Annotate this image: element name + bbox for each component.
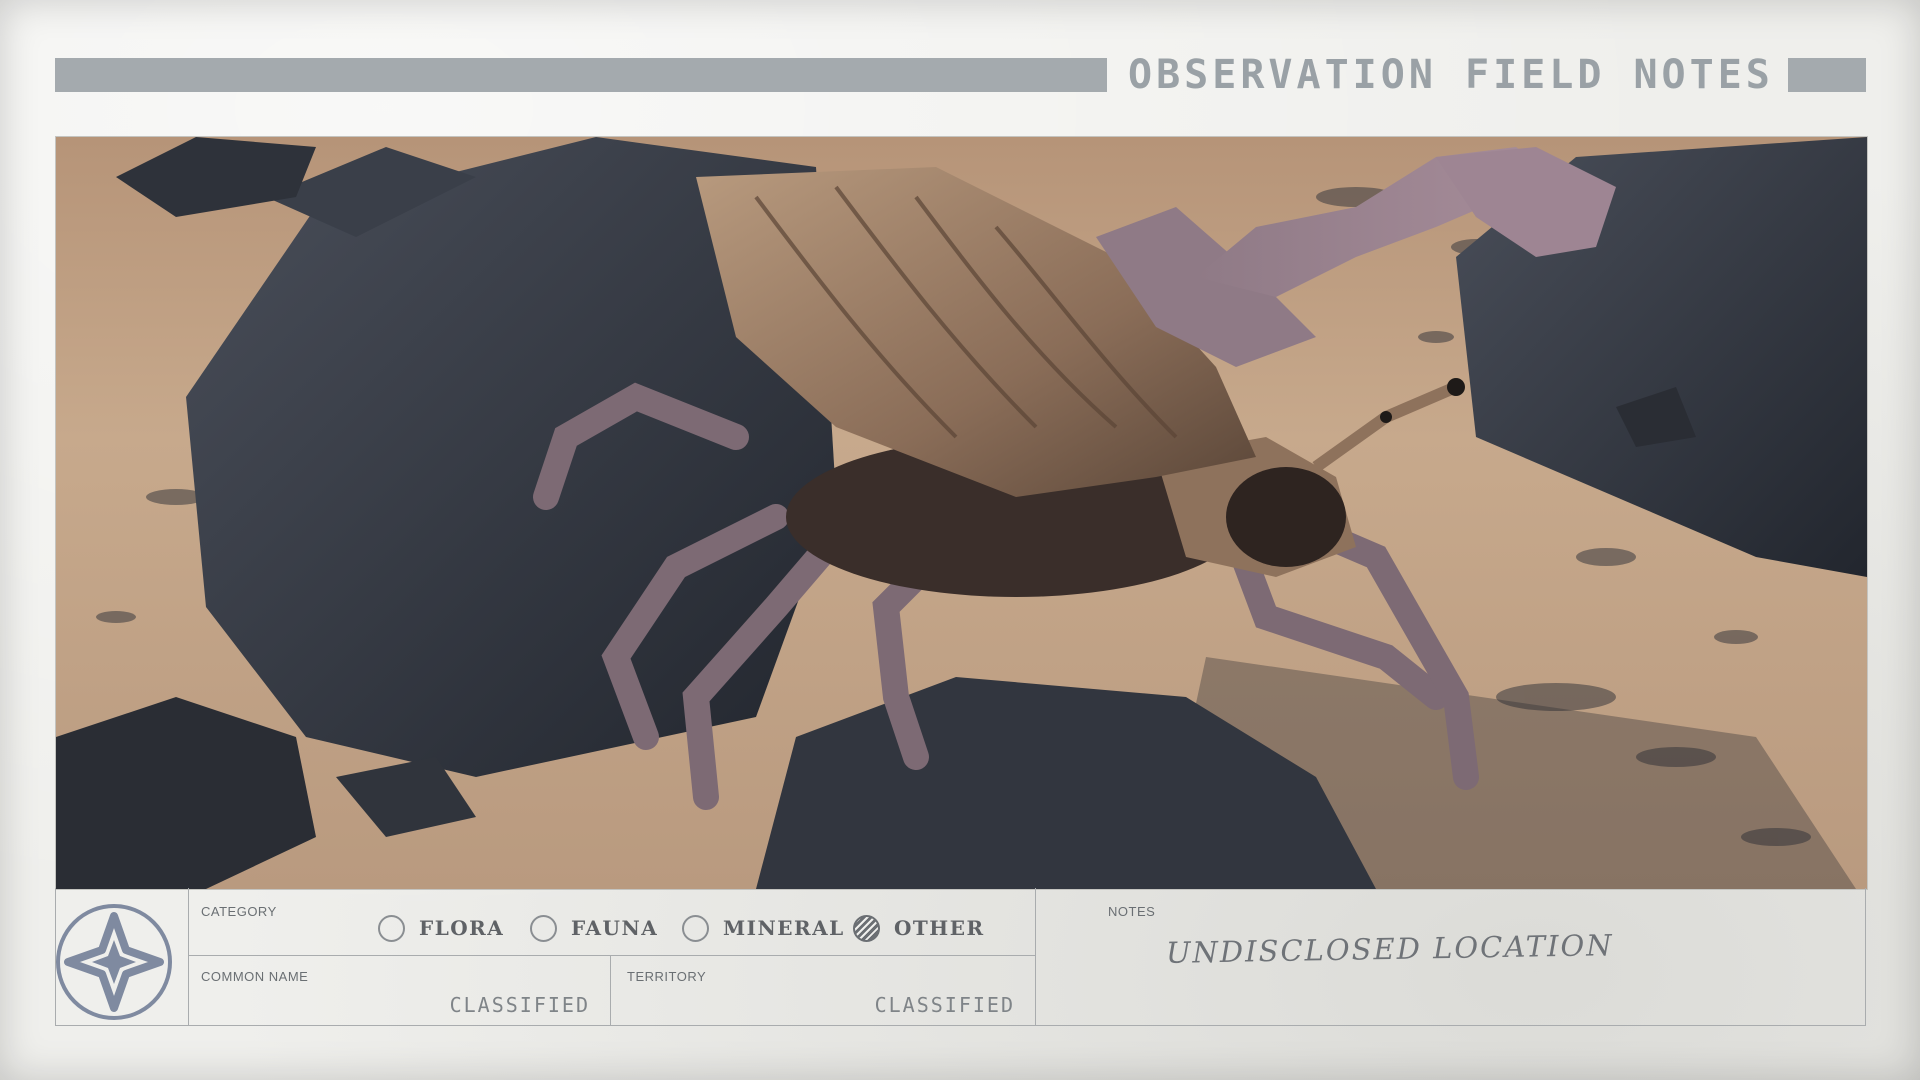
common-name-label: COMMON NAME xyxy=(201,969,309,984)
emblem-cell xyxy=(56,888,189,1025)
common-name-value: CLASSIFIED xyxy=(449,993,590,1017)
star-compass-emblem-icon xyxy=(56,904,172,1020)
territory-label: TERRITORY xyxy=(627,969,707,984)
option-mineral[interactable]: MINERAL xyxy=(682,911,845,945)
photo-illustration xyxy=(56,137,1867,889)
radio-fauna-icon[interactable] xyxy=(530,914,557,942)
option-flora[interactable]: FLORA xyxy=(378,911,504,945)
radio-other-selected-icon[interactable] xyxy=(853,914,880,942)
radio-mineral-icon[interactable] xyxy=(682,914,709,942)
option-mineral-label: MINERAL xyxy=(723,916,845,940)
notes-label: NOTES xyxy=(1108,904,1156,919)
common-name-cell: COMMON NAME CLASSIFIED xyxy=(188,956,611,1025)
option-other-label: OTHER xyxy=(894,916,985,940)
territory-value: CLASSIFIED xyxy=(874,993,1015,1017)
option-other[interactable]: OTHER xyxy=(853,911,985,945)
option-fauna[interactable]: FAUNA xyxy=(530,911,658,945)
header-bar-right xyxy=(1788,58,1866,92)
category-cell: CATEGORY FLORA FAUNA MINERAL OTHER xyxy=(188,888,1036,956)
territory-cell: TERRITORY CLASSIFIED xyxy=(611,956,1036,1025)
page-title: OBSERVATION FIELD NOTES xyxy=(1128,52,1774,98)
notes-value: UNDISCLOSED LOCATION xyxy=(1165,928,1614,970)
radio-flora-icon[interactable] xyxy=(378,914,405,942)
creature-photo xyxy=(55,136,1868,890)
field-notes-card: OBSERVATION FIELD NOTES CATEGORY FLORA F… xyxy=(0,0,1920,1080)
notes-cell: NOTES UNDISCLOSED LOCATION xyxy=(1036,888,1867,1025)
header-bar-left xyxy=(55,58,1107,92)
option-fauna-label: FAUNA xyxy=(571,916,659,940)
option-flora-label: FLORA xyxy=(419,916,505,940)
category-label: CATEGORY xyxy=(201,904,277,919)
info-panel: CATEGORY FLORA FAUNA MINERAL OTHER COMMO… xyxy=(55,888,1866,1026)
